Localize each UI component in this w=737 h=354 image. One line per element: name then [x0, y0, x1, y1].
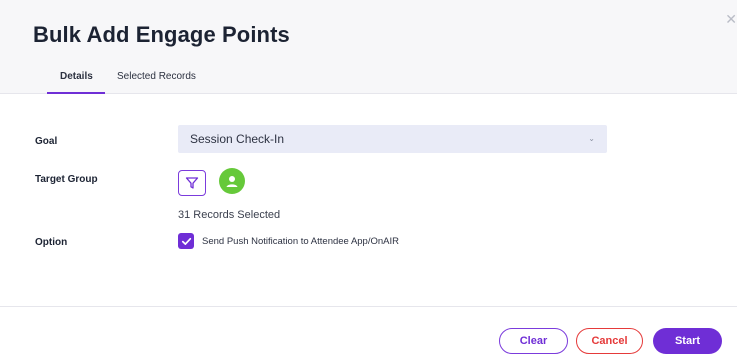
checkmark-icon: [181, 237, 191, 245]
filter-icon: [185, 177, 199, 189]
user-icon: [226, 176, 238, 187]
tab-details[interactable]: Details: [47, 71, 105, 94]
user-avatar-icon[interactable]: [219, 168, 245, 194]
goal-select[interactable]: Session Check-In ⌄: [178, 125, 607, 153]
option-label: Option: [35, 237, 68, 248]
goal-select-value: Session Check-In: [190, 132, 285, 146]
footer-divider: [0, 306, 737, 307]
dialog-header: Bulk Add Engage Points ✕ Details Selecte…: [0, 0, 737, 94]
goal-label: Goal: [35, 136, 58, 147]
tab-selected-records[interactable]: Selected Records: [117, 71, 196, 94]
clear-button[interactable]: Clear: [499, 328, 568, 354]
start-button[interactable]: Start: [653, 328, 722, 354]
tab-bar: Details Selected Records: [47, 71, 220, 94]
close-icon[interactable]: ✕: [725, 12, 737, 26]
push-notification-label: Send Push Notification to Attendee App/O…: [202, 236, 399, 247]
target-group-label: Target Group: [35, 174, 98, 185]
dialog-title: Bulk Add Engage Points: [33, 22, 290, 47]
chevron-down-icon: ⌄: [588, 134, 595, 143]
records-selected-text: 31 Records Selected: [178, 209, 281, 221]
push-notification-checkbox[interactable]: [178, 233, 194, 249]
cancel-button[interactable]: Cancel: [576, 328, 643, 354]
filter-button[interactable]: [178, 170, 206, 196]
